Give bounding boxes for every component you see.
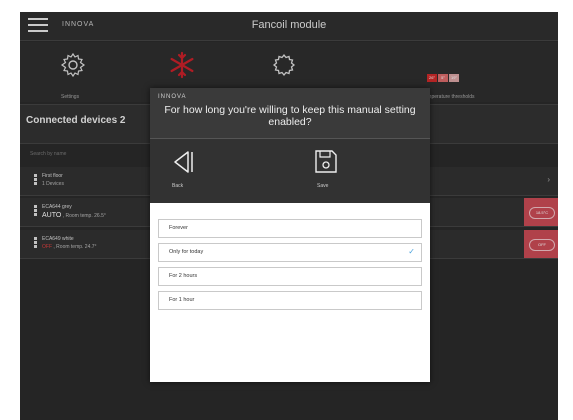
option-forever[interactable]: Forever xyxy=(158,219,422,238)
checkmark-icon: ✓ xyxy=(408,247,415,256)
back-label[interactable]: Back xyxy=(172,183,183,189)
option-label: For 2 hours xyxy=(169,273,198,279)
option-only-for-today[interactable]: Only for today ✓ xyxy=(158,243,422,262)
option-label: Only for today xyxy=(169,249,204,255)
duration-options: Forever Only for today ✓ For 2 hours For … xyxy=(158,219,422,315)
save-label[interactable]: Save xyxy=(317,183,328,189)
duration-dialog: INNOVA For how long you're willing to ke… xyxy=(150,88,430,382)
option-2-hours[interactable]: For 2 hours xyxy=(158,267,422,286)
dialog-brand-logo: INNOVA xyxy=(158,94,187,100)
option-1-hour[interactable]: For 1 hour xyxy=(158,291,422,310)
back-icon[interactable] xyxy=(170,149,196,175)
app-window: INNOVA Fancoil module Settings 26° 5° 19° … xyxy=(20,12,558,420)
dialog-question: For how long you're willing to keep this… xyxy=(164,104,416,128)
option-label: For 1 hour xyxy=(169,297,195,303)
dialog-toolbar: Back Save xyxy=(150,139,430,203)
save-icon[interactable] xyxy=(313,148,339,175)
option-label: Forever xyxy=(169,225,188,231)
dialog-header: INNOVA For how long you're willing to ke… xyxy=(150,88,430,139)
